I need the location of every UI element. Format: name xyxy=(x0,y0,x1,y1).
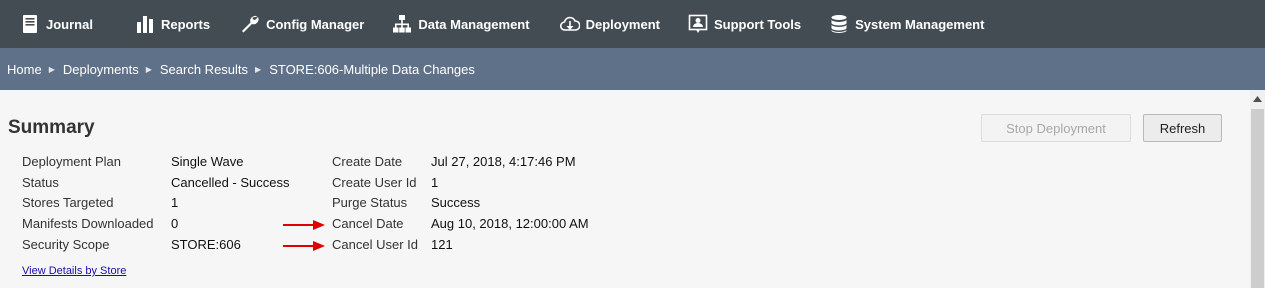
breadcrumb-separator-icon: ▶ xyxy=(48,64,55,74)
nav-data-management[interactable]: Data Management xyxy=(382,0,539,48)
purge-status-label: Purge Status xyxy=(332,195,408,210)
cancel-user-id-value: 121 xyxy=(431,237,453,252)
status-label: Status xyxy=(22,175,59,190)
summary-panel: Summary Stop Deployment Refresh Deployme… xyxy=(0,90,1250,288)
nav-support-tools[interactable]: Support Tools xyxy=(678,0,811,48)
cancel-date-value: Aug 10, 2018, 12:00:00 AM xyxy=(431,216,589,231)
cancel-user-id-label: Cancel User Id xyxy=(332,237,418,252)
hierarchy-icon xyxy=(393,15,412,33)
red-arrow-icon xyxy=(283,241,325,251)
nav-reports-label: Reports xyxy=(160,16,211,32)
vertical-scrollbar[interactable] xyxy=(1250,90,1265,288)
deployment-plan-value: Single Wave xyxy=(171,154,244,169)
breadcrumb: Home ▶ Deployments ▶ Search Results ▶ ST… xyxy=(0,48,1265,90)
create-user-id-value: 1 xyxy=(431,175,439,190)
nav-reports[interactable]: Reports xyxy=(125,0,220,48)
manifests-downloaded-value: 0 xyxy=(171,216,179,231)
nav-config-manager[interactable]: Config Manager xyxy=(230,0,374,48)
scrollbar-thumb[interactable] xyxy=(1251,109,1264,288)
stores-targeted-label: Stores Targeted xyxy=(22,195,114,210)
page-title: Summary xyxy=(8,117,95,138)
database-icon xyxy=(831,15,847,33)
breadcrumb-separator-icon: ▶ xyxy=(145,64,152,74)
purge-status-value: Success xyxy=(431,195,481,210)
refresh-button[interactable]: Refresh xyxy=(1143,114,1222,142)
stop-deployment-button[interactable]: Stop Deployment xyxy=(981,114,1131,142)
stores-targeted-value: 1 xyxy=(171,195,179,210)
scroll-up-arrow-icon[interactable] xyxy=(1250,90,1265,107)
nav-journal[interactable]: Journal xyxy=(10,0,103,48)
breadcrumb-deployments[interactable]: Deployments xyxy=(63,62,139,77)
nav-data-management-label: Data Management xyxy=(418,16,530,32)
nav-system-management[interactable]: System Management xyxy=(819,0,994,48)
breadcrumb-separator-icon: ▶ xyxy=(255,64,262,74)
cloud-download-icon xyxy=(559,16,580,31)
security-scope-value: STORE:606 xyxy=(171,237,241,252)
cancel-date-label: Cancel Date xyxy=(332,216,404,231)
journal-icon xyxy=(23,15,37,33)
nav-system-management-label: System Management xyxy=(855,16,985,32)
bar-chart-icon xyxy=(136,16,153,33)
red-arrow-icon xyxy=(283,220,325,230)
manifests-downloaded-label: Manifests Downloaded xyxy=(22,216,154,231)
support-icon xyxy=(688,14,708,33)
breadcrumb-home[interactable]: Home xyxy=(7,62,42,77)
top-navigation: Journal Reports Config Manager Data Mana… xyxy=(0,0,1265,48)
nav-deployment-label: Deployment xyxy=(585,16,660,32)
nav-deployment[interactable]: Deployment xyxy=(550,0,670,48)
deployment-plan-label: Deployment Plan xyxy=(22,154,121,169)
create-date-label: Create Date xyxy=(332,154,403,169)
view-details-by-store-link[interactable]: View Details by Store xyxy=(22,265,126,277)
nav-journal-label: Journal xyxy=(46,16,93,32)
breadcrumb-search-results[interactable]: Search Results xyxy=(160,62,248,77)
nav-support-tools-label: Support Tools xyxy=(713,16,802,32)
create-user-id-label: Create User Id xyxy=(332,175,417,190)
status-value: Cancelled - Success xyxy=(171,175,290,190)
security-scope-label: Security Scope xyxy=(22,237,110,252)
breadcrumb-current: STORE:606-Multiple Data Changes xyxy=(269,61,475,77)
create-date-value: Jul 27, 2018, 4:17:46 PM xyxy=(431,154,576,169)
wrench-icon xyxy=(242,15,259,33)
nav-config-manager-label: Config Manager xyxy=(266,16,365,32)
